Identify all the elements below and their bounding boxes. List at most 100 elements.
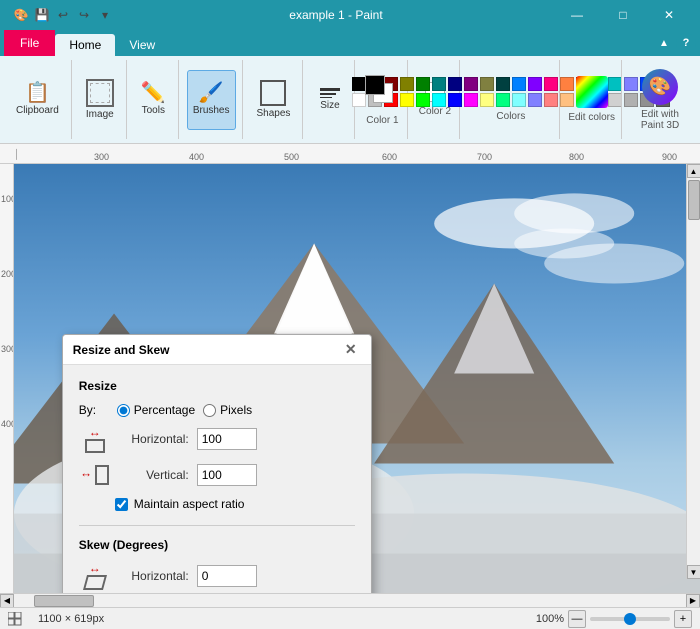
pixels-label: Pixels (220, 403, 252, 417)
percentage-label: Percentage (134, 403, 195, 417)
horizontal-skew-input[interactable] (197, 565, 257, 587)
paste-label: Clipboard (16, 105, 59, 116)
ruler-mark-600: 600 (382, 152, 397, 162)
skew-section-title: Skew (Degrees) (79, 538, 355, 552)
zoom-in-btn[interactable]: + (674, 610, 692, 628)
swatch-purple[interactable] (464, 77, 478, 91)
ribbon-group-brushes: 🖌️ Brushes (181, 60, 243, 139)
color-row-2 (352, 93, 670, 107)
resize-v-icon: ↕ (79, 461, 111, 489)
tools-btn[interactable]: ✏️ Tools (135, 70, 172, 130)
size-icon (320, 88, 340, 98)
app-window: 🎨 💾 ↩ ↪ ▾ example 1 - Paint — □ ✕ File H… (0, 0, 700, 629)
swatch-rose[interactable] (544, 77, 558, 91)
paste-icon: 📋 (25, 83, 50, 103)
swatch-lime[interactable] (416, 93, 430, 107)
image-btn[interactable]: Image (80, 70, 120, 130)
dialog-titlebar: Resize and Skew ✕ (63, 335, 371, 365)
redo-btn[interactable]: ↪ (75, 6, 93, 24)
swatch-periwinkle[interactable] (528, 93, 542, 107)
ruler-v-300: 300 (1, 344, 14, 354)
undo-btn[interactable]: ↩ (54, 6, 72, 24)
scroll-right-btn[interactable]: ▶ (686, 594, 700, 608)
swatch-white[interactable] (352, 93, 366, 107)
swatch-blue[interactable] (512, 77, 526, 91)
ribbon-tabs-row: File Home View ▲ ? (0, 30, 700, 56)
ruler-mark-300: 300 (94, 152, 109, 162)
pixels-radio-input[interactable] (203, 404, 216, 417)
swatch-navy[interactable] (448, 77, 462, 91)
swatch-black[interactable] (352, 77, 366, 91)
swatch-salmon[interactable] (544, 93, 558, 107)
swatch-darkteal[interactable] (496, 77, 510, 91)
pixels-radio[interactable]: Pixels (203, 403, 252, 417)
dialog-body: Resize By: Percentage Pixels (63, 365, 371, 593)
shapes-btn[interactable]: Shapes (251, 70, 297, 130)
ribbon-group-image: Image (74, 60, 127, 139)
swatch-olive[interactable] (400, 77, 414, 91)
clipboard-buttons: 📋 Clipboard (10, 60, 65, 139)
horizontal-ruler: │ 300 400 500 600 700 800 900 (0, 144, 700, 164)
status-bar: 1100 × 619px 100% — + (0, 607, 700, 629)
canvas-section: 100 200 300 400 (0, 164, 700, 593)
help-btn[interactable]: ? (676, 33, 696, 53)
status-grid-icon (8, 612, 22, 626)
swatch-yellow[interactable] (400, 93, 414, 107)
color-selector[interactable] (365, 75, 399, 109)
brushes-label: Brushes (193, 105, 230, 116)
ruler-mark-500: 500 (284, 152, 299, 162)
save-btn[interactable]: 💾 (33, 6, 51, 24)
tab-home[interactable]: Home (55, 34, 115, 56)
zoom-thumb[interactable] (624, 613, 636, 625)
image-icon (86, 79, 114, 107)
swatch-lightcyan[interactable] (512, 93, 526, 107)
scroll-h-thumb[interactable] (34, 595, 94, 607)
ribbon-collapse-btn[interactable]: ▲ (654, 33, 674, 53)
canvas-bg[interactable]: Resize and Skew ✕ Resize By: Percentage (14, 164, 700, 593)
zoom-slider[interactable] (590, 617, 670, 621)
ribbon-content: 📋 Clipboard Image ✏️ Tools (0, 56, 700, 144)
by-row: By: Percentage Pixels (79, 403, 355, 417)
minimize-btn[interactable]: — (554, 0, 600, 30)
swatch-aqua[interactable] (432, 93, 446, 107)
swatch-violet[interactable] (528, 77, 542, 91)
dimensions-area: 1100 × 619px (38, 613, 104, 625)
qa-more-btn[interactable]: ▾ (96, 6, 114, 24)
dialog-close-btn[interactable]: ✕ (341, 340, 361, 360)
swatch-magenta[interactable] (464, 93, 478, 107)
paste-btn[interactable]: 📋 Clipboard (10, 70, 65, 130)
tab-file[interactable]: File (4, 30, 55, 56)
vertical-resize-input[interactable] (197, 464, 257, 486)
window-controls: — □ ✕ (554, 0, 692, 30)
color-row-1 (352, 77, 670, 91)
tab-view[interactable]: View (115, 34, 169, 56)
resize-skew-dialog: Resize and Skew ✕ Resize By: Percentage (62, 334, 372, 593)
horizontal-scrollbar: ◀ ▶ (0, 593, 700, 607)
title-bar: 🎨 💾 ↩ ↪ ▾ example 1 - Paint — □ ✕ (0, 0, 700, 30)
swatch-blue2[interactable] (448, 93, 462, 107)
swatch-green[interactable] (416, 77, 430, 91)
percentage-radio-input[interactable] (117, 404, 130, 417)
scroll-left-btn[interactable]: ◀ (0, 594, 14, 608)
close-btn[interactable]: ✕ (646, 0, 692, 30)
swatch-darkyellow[interactable] (480, 77, 494, 91)
swatch-lightyellow[interactable] (480, 93, 494, 107)
ribbon-group-colors: Colors (462, 60, 560, 139)
scroll-h-track[interactable] (14, 594, 686, 607)
colors-label: Colors (352, 111, 670, 122)
maximize-btn[interactable]: □ (600, 0, 646, 30)
ribbon-group-clipboard: 📋 Clipboard (4, 60, 72, 139)
aspect-ratio-checkbox[interactable] (115, 498, 128, 511)
swatch-mint[interactable] (496, 93, 510, 107)
swatch-teal[interactable] (432, 77, 446, 91)
tools-buttons: ✏️ Tools (135, 60, 172, 139)
zoom-out-btn[interactable]: — (568, 610, 586, 628)
horizontal-resize-input[interactable] (197, 428, 257, 450)
vertical-ruler: 100 200 300 400 (0, 164, 14, 593)
edit-colors-icon (576, 76, 608, 108)
size-btn[interactable]: Size (312, 70, 348, 130)
percentage-radio[interactable]: Percentage (117, 403, 195, 417)
dialog-title: Resize and Skew (73, 343, 170, 357)
brushes-btn[interactable]: 🖌️ Brushes (187, 70, 236, 130)
ruler-v-200: 200 (1, 269, 14, 279)
